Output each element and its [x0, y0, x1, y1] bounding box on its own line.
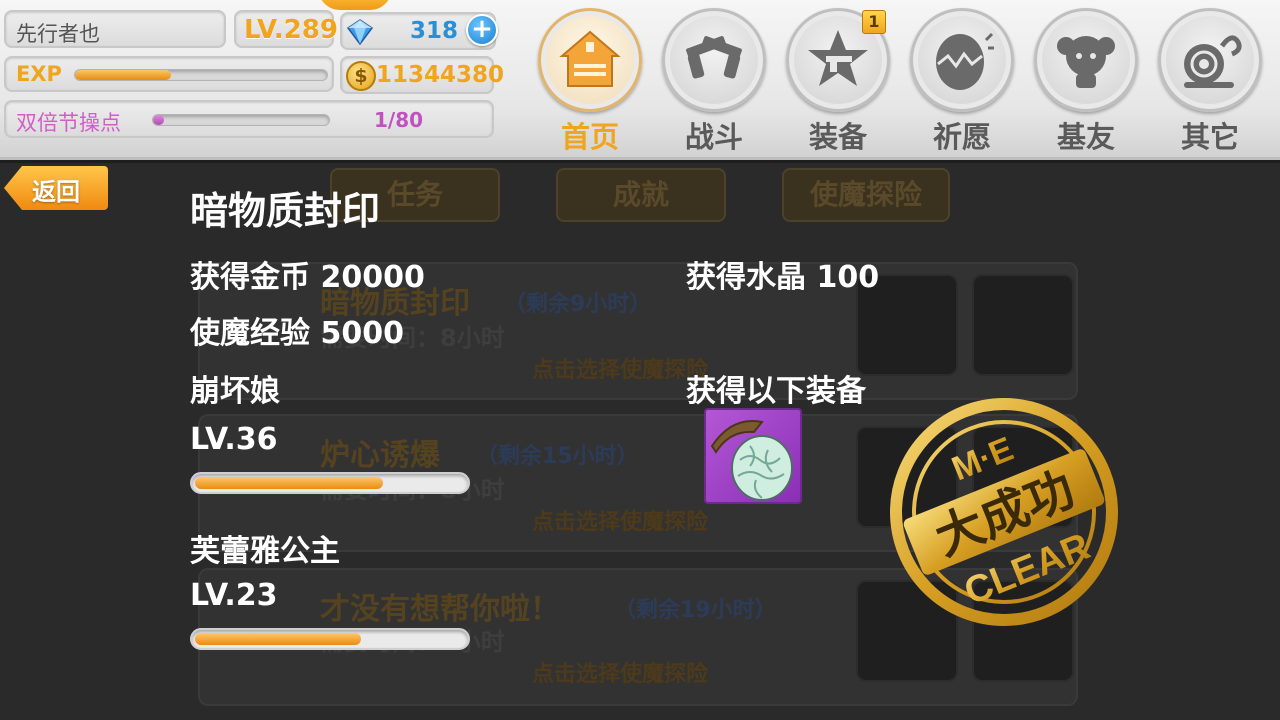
familiar-1-exp-bar [190, 472, 470, 494]
mission-1-action: 点击选择使魔探险 [532, 358, 709, 383]
nav-battle-label: 战斗 [684, 120, 743, 154]
nav-other-circle [1158, 8, 1262, 112]
double-event-box: 双倍节操点 1/80 [4, 100, 494, 138]
nav-home-circle [538, 8, 642, 112]
double-event-count: 1/80 [374, 108, 424, 132]
mission-2-title: 炉心诱爆 [320, 438, 440, 473]
mission-2-remaining: （剩余15小时） [476, 444, 639, 469]
nav-other[interactable]: 其它 [1154, 6, 1266, 156]
friend-face-icon [1057, 36, 1115, 88]
nav-friends-circle [1034, 8, 1138, 112]
nav-home-label: 首页 [560, 120, 619, 154]
gold-count: 11344380 [376, 62, 505, 88]
familiar-2-name: 芙蕾雅公主 [190, 534, 340, 569]
gold-box: $ 11344380 [340, 56, 504, 94]
crystal-reward: 获得水晶 100 [686, 260, 880, 295]
back-button[interactable]: 返回 [4, 166, 108, 210]
house-icon [559, 30, 621, 87]
top-bar: 先行者也 LV.289 EXP 双倍节操点 1/80 318 + $ 11344… [0, 0, 1280, 160]
equipment-reward-label: 获得以下装备 [686, 374, 866, 409]
double-event-bar [152, 114, 330, 126]
cracked-egg-icon [936, 32, 994, 90]
nav-wish-label: 祈愿 [932, 120, 991, 154]
mission-3-remaining: （剩余19小时） [614, 598, 777, 623]
double-event-bar-fill [153, 115, 164, 125]
familiar-1-level: LV.36 [190, 422, 278, 457]
nav-equipment-label: 装备 [808, 120, 867, 154]
mission-3-action: 点击选择使魔探险 [532, 662, 709, 687]
player-level: LV.289 [244, 15, 338, 45]
familiar-2-exp-bar [190, 628, 470, 650]
nav-battle[interactable]: 战斗 [658, 6, 770, 156]
crossed-guns-icon [686, 36, 742, 79]
nav-wish-circle [910, 8, 1014, 112]
player-level-box: LV.289 [234, 10, 338, 48]
mission-1-remaining: （剩余9小时） [504, 292, 652, 317]
mission-2-action: 点击选择使魔探险 [532, 510, 709, 535]
nav-battle-circle [662, 8, 766, 112]
nav-friends[interactable]: 基友 [1030, 6, 1142, 156]
familiar-1-name: 崩坏娘 [190, 374, 280, 409]
equipment-item[interactable] [704, 408, 802, 504]
add-crystal-button[interactable]: + [466, 14, 498, 46]
nav-home[interactable]: 首页 [534, 6, 646, 156]
back-button-label: 返回 [32, 178, 80, 206]
coin-icon: $ [346, 61, 376, 91]
tab-achievements: 成就 [556, 168, 726, 222]
mission-1-slot-2 [972, 274, 1074, 376]
nav-wish[interactable]: 祈愿 [906, 6, 1018, 156]
familiar-2-exp-fill [195, 633, 361, 645]
exp-box: EXP [4, 56, 334, 92]
player-name-box: 先行者也 [4, 10, 226, 48]
result-title: 暗物质封印 [190, 189, 381, 233]
nav-friends-label: 基友 [1056, 120, 1115, 154]
clear-stamp: M·E 大成功 CLEAR [890, 398, 1118, 626]
familiar-1-exp-fill [195, 477, 383, 489]
tab-familiar-expedition: 使魔探险 [782, 168, 950, 222]
exp-label: EXP [16, 62, 62, 86]
crystal-count: 318 [410, 18, 459, 44]
nav-other-label: 其它 [1180, 120, 1239, 154]
gold-reward: 获得金币 20000 [190, 260, 425, 295]
snail-icon [1184, 35, 1242, 88]
egg-pouch-icon [710, 420, 793, 501]
familiar-2-level: LV.23 [190, 578, 278, 613]
crystal-icon [346, 19, 374, 46]
star-gun-icon [808, 30, 868, 86]
exp-bar-fill [75, 70, 171, 80]
equipment-notification-badge: 1 [862, 10, 886, 34]
double-event-label: 双倍节操点 [16, 111, 121, 135]
exp-bar [74, 69, 328, 81]
familiar-exp-reward: 使魔经验 5000 [190, 316, 404, 351]
player-name: 先行者也 [16, 22, 100, 46]
event-tab-edge[interactable] [318, 0, 392, 10]
